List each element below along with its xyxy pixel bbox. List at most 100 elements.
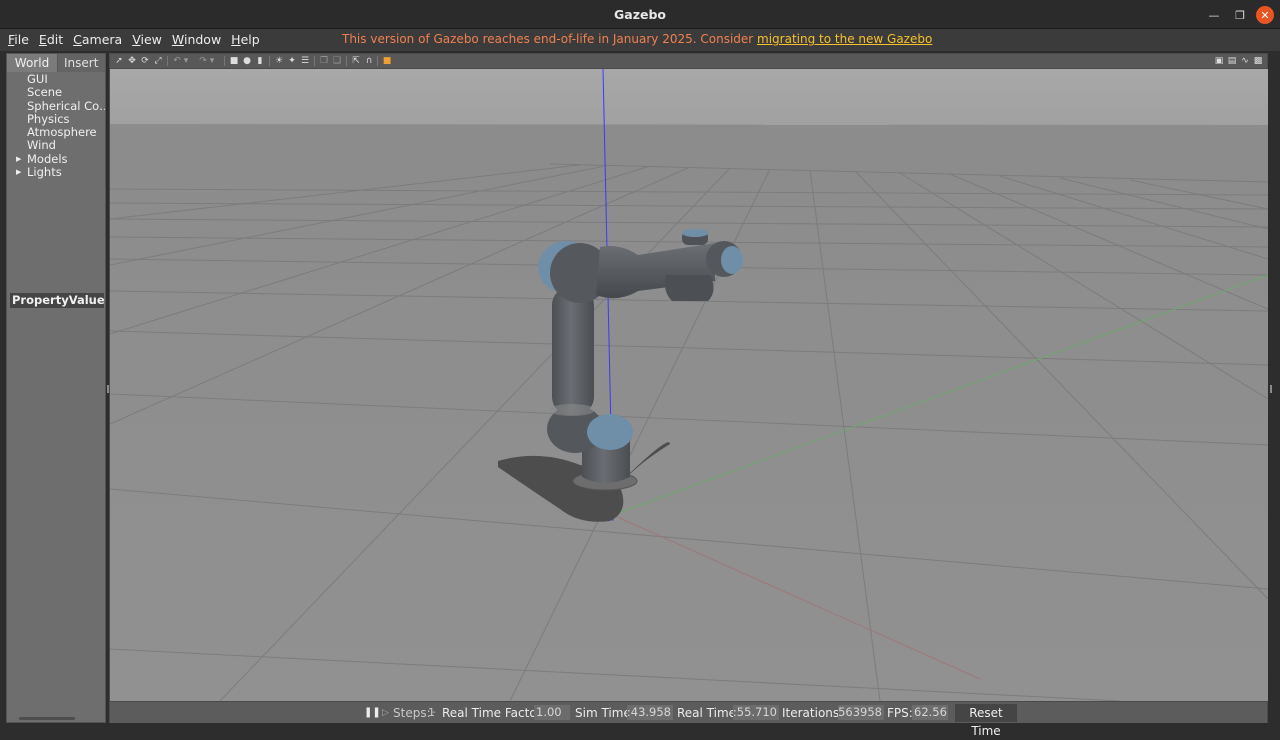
tree-item-label: Lights: [27, 166, 62, 180]
tree-item-label: Atmosphere: [27, 126, 97, 140]
cylinder-shape-icon[interactable]: ▮: [255, 56, 265, 66]
translate-mode-icon[interactable]: ✥: [127, 56, 137, 66]
reset-time-button[interactable]: Reset Time: [955, 704, 1017, 738]
scene-canvas[interactable]: [110, 69, 1268, 701]
wrist-2-cap: [682, 229, 708, 237]
minimize-icon[interactable]: —: [1204, 5, 1224, 25]
toolbar-separator: [377, 56, 378, 66]
tree-item-models[interactable]: ▶ Models: [7, 153, 105, 166]
tree-item-gui[interactable]: GUI: [7, 73, 105, 86]
tree-item-wind[interactable]: Wind: [7, 139, 105, 152]
undo-history-icon[interactable]: ▾: [183, 56, 189, 66]
view-angle-icon[interactable]: ■: [381, 56, 393, 66]
screenshot-icon[interactable]: ▣: [1214, 56, 1224, 66]
menu-label-rest: ile: [14, 32, 29, 47]
undo-icon[interactable]: ↶: [172, 56, 182, 66]
property-header: PropertyValue: [10, 293, 105, 308]
left-panel: World Insert GUI Scene Spherical Co… Physic…: [6, 53, 106, 723]
iterations-label: Iterations:: [782, 706, 844, 720]
menu-bar: File Edit Camera View Window Help This versio…: [0, 29, 1280, 51]
sky: [110, 69, 1268, 129]
menu-edit[interactable]: Edit: [39, 31, 68, 48]
steps-label: Steps:: [393, 706, 431, 720]
sphere-shape-icon[interactable]: ●: [242, 56, 252, 66]
panel-tabs: World Insert: [7, 54, 105, 72]
scale-mode-icon[interactable]: ⤢: [153, 56, 163, 66]
close-icon[interactable]: ✕: [1256, 6, 1274, 24]
sim-time-label: Sim Time:: [575, 706, 635, 720]
log-icon[interactable]: ▤: [1227, 56, 1237, 66]
wrist-cap: [721, 246, 743, 274]
iterations-value: 3563958: [838, 705, 884, 720]
menu-mnemonic: E: [38, 32, 47, 47]
window-title: Gazebo: [614, 7, 666, 22]
fps-value: 62.56: [912, 705, 948, 720]
menu-help[interactable]: Help: [231, 31, 265, 48]
tree-item-label: Models: [27, 152, 68, 166]
wrist-3: [664, 275, 714, 301]
eol-notice: This version of Gazebo reaches end-of-li…: [342, 31, 932, 48]
menu-mnemonic: C: [73, 32, 82, 47]
steps-dropdown-icon[interactable]: -: [432, 706, 436, 720]
3d-scene[interactable]: [110, 69, 1268, 701]
menu-label-rest: indow: [183, 32, 222, 47]
tree-item-lights[interactable]: ▶ Lights: [7, 166, 105, 179]
tree-item-physics[interactable]: Physics: [7, 113, 105, 126]
paste-icon[interactable]: ❑: [332, 56, 342, 66]
window-controls: — ❐ ✕: [1204, 4, 1274, 26]
pause-icon[interactable]: ❚❚: [364, 706, 381, 720]
menu-label-rest: amera: [81, 32, 123, 47]
toolbar-separator: [224, 56, 225, 66]
select-mode-icon[interactable]: ➚: [114, 56, 124, 66]
menu-window[interactable]: Window: [172, 31, 226, 48]
step-icon[interactable]: ▷: [382, 706, 389, 720]
eol-notice-text: This version of Gazebo reaches end-of-li…: [342, 32, 758, 46]
redo-icon[interactable]: ↷: [198, 56, 208, 66]
tree-item-scene[interactable]: Scene: [7, 86, 105, 99]
tree-item-label: Scene: [27, 86, 63, 100]
horizontal-scrollbar[interactable]: [19, 717, 75, 720]
directional-light-icon[interactable]: ☰: [300, 56, 310, 66]
sim-time-value: 2:43.958: [627, 705, 673, 720]
toolbar-separator: [314, 56, 315, 66]
plot-icon[interactable]: ∿: [1240, 56, 1250, 66]
tree-item-label: Wind: [27, 139, 56, 153]
upper-arm: [552, 287, 594, 415]
snap-icon[interactable]: ∩: [364, 56, 374, 66]
spot-light-icon[interactable]: ✦: [287, 56, 297, 66]
world-tree: GUI Scene Spherical Co… Physics Atmosphere Wi…: [7, 73, 105, 179]
box-shape-icon[interactable]: ■: [229, 56, 239, 66]
menu-items: File Edit Camera View Window Help: [8, 31, 270, 48]
toolbar-separator: [167, 56, 168, 66]
expand-arrow-icon[interactable]: ▶: [16, 153, 21, 166]
menu-camera[interactable]: Camera: [73, 31, 127, 48]
menu-file[interactable]: File: [8, 31, 34, 48]
tree-item-label: Spherical Co…: [27, 99, 105, 113]
shoulder-cap: [587, 414, 633, 450]
tree-item-label: Physics: [27, 112, 70, 126]
viewport-toolbar: ➚ ✥ ⟳ ⤢ ↶ ▾ ↷ ▾ ■ ● ▮ ☀ ✦ ☰ ❐ ❑ ⇱ ∩ ■ ▣ …: [110, 54, 1267, 69]
real-time-value: 2:55.710: [733, 705, 779, 720]
right-splitter-handle[interactable]: [1270, 385, 1272, 393]
tab-world[interactable]: World: [7, 54, 57, 72]
rtf-value: 1.00: [534, 705, 570, 720]
align-icon[interactable]: ⇱: [351, 56, 361, 66]
menu-view[interactable]: View: [132, 31, 167, 48]
video-record-icon[interactable]: ▩: [1253, 56, 1263, 66]
rtf-label: Real Time Factor:: [442, 706, 546, 720]
menu-label-rest: dit: [46, 32, 64, 47]
menu-label-rest: iew: [140, 32, 162, 47]
expand-arrow-icon[interactable]: ▶: [16, 166, 21, 179]
point-light-icon[interactable]: ☀: [274, 56, 284, 66]
menu-mnemonic: W: [171, 32, 184, 47]
migrate-link[interactable]: migrating to the new Gazebo: [757, 32, 932, 46]
redo-history-icon[interactable]: ▾: [209, 56, 215, 66]
render-viewport: ➚ ✥ ⟳ ⤢ ↶ ▾ ↷ ▾ ■ ● ▮ ☀ ✦ ☰ ❐ ❑ ⇱ ∩ ■ ▣ …: [109, 53, 1268, 738]
tree-item-atmosphere[interactable]: Atmosphere: [7, 126, 105, 139]
maximize-icon[interactable]: ❐: [1230, 5, 1250, 25]
copy-icon[interactable]: ❐: [319, 56, 329, 66]
title-bar: Gazebo — ❐ ✕: [0, 0, 1280, 29]
rotate-mode-icon[interactable]: ⟳: [140, 56, 150, 66]
tab-insert[interactable]: Insert: [57, 54, 105, 72]
tree-item-spherical-co[interactable]: Spherical Co…: [7, 100, 105, 113]
